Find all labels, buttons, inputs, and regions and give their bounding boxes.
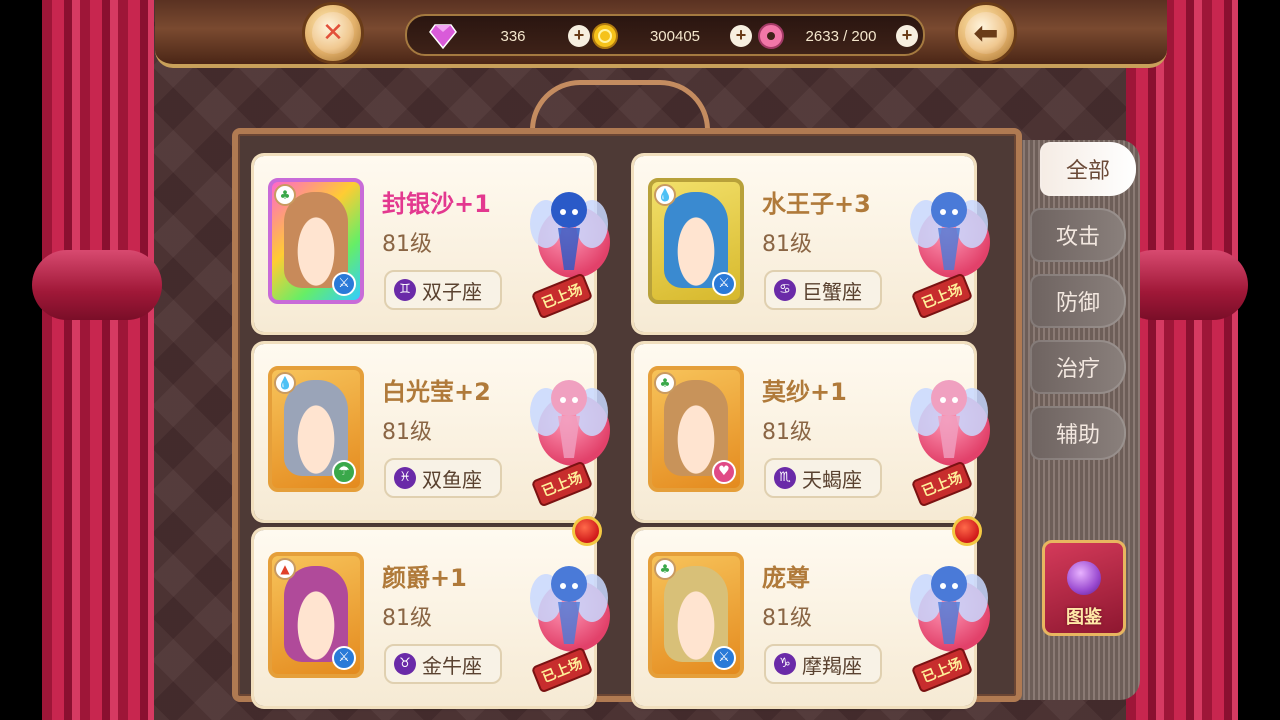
- zodiac-icon: ♏: [774, 467, 796, 489]
- donut-count: 2633 / 200: [805, 27, 877, 45]
- fairy-sprite-icon: [530, 192, 608, 270]
- resource-gold: 300405 +: [590, 22, 752, 50]
- hero-level: 81级: [762, 232, 812, 257]
- attack-role-icon: ⚔: [332, 646, 356, 670]
- close-button[interactable]: ✕: [302, 2, 364, 64]
- add-gold-button[interactable]: +: [730, 25, 752, 47]
- hero-name: 白光莹+2: [382, 378, 491, 406]
- hero-card[interactable]: ♣ ♥ 莫纱+1 81级 ♏ 天蝎座 已上场: [634, 344, 990, 520]
- hero-name: 水王子+3: [762, 190, 871, 218]
- resource-gems: 336 +: [428, 22, 590, 50]
- hero-card[interactable]: 💧 ⚔ 水王子+3 81级 ♋ 巨蟹座 已上场: [634, 156, 990, 332]
- wood-element-icon: ♣: [274, 184, 296, 206]
- fairy-sprite-icon: [910, 192, 988, 270]
- donut-icon: [756, 21, 786, 51]
- atlas-button[interactable]: 图鉴: [1042, 540, 1126, 636]
- wood-element-icon: ♣: [654, 372, 676, 394]
- fairy-sprite-icon: [910, 380, 988, 458]
- tab-defense[interactable]: 防御: [1030, 274, 1126, 328]
- zodiac-icon: ♑: [774, 653, 796, 675]
- attack-role-icon: ⚔: [712, 272, 736, 296]
- alert-dot-icon: [572, 516, 602, 546]
- zodiac-label: 双鱼座: [422, 467, 482, 492]
- zodiac-badge: ♓ 双鱼座: [384, 458, 502, 498]
- alert-dot-icon: [952, 516, 982, 546]
- tab-heal[interactable]: 治疗: [1030, 340, 1126, 394]
- attack-role-icon: ⚔: [332, 272, 356, 296]
- hero-card[interactable]: 💧 ☂ 白光莹+2 81级 ♓ 双鱼座 已上场: [254, 344, 610, 520]
- back-arrow-icon: ⬅: [965, 12, 1007, 54]
- zodiac-label: 天蝎座: [802, 467, 862, 492]
- zodiac-badge: ♏ 天蝎座: [764, 458, 882, 498]
- tab-support[interactable]: 辅助: [1030, 406, 1126, 460]
- water-element-icon: 💧: [654, 184, 676, 206]
- hero-card[interactable]: ▲ ⚔ 颜爵+1 81级 ♉ 金牛座 已上场: [254, 530, 610, 706]
- zodiac-badge: ♑ 摩羯座: [764, 644, 882, 684]
- hero-name: 莫纱+1: [762, 378, 847, 406]
- hero-portrait[interactable]: ♣ ⚔: [268, 178, 364, 304]
- zodiac-icon: ♋: [774, 279, 796, 301]
- zodiac-badge: ♊ 双子座: [384, 270, 502, 310]
- tab-attack[interactable]: 攻击: [1030, 208, 1126, 262]
- zodiac-icon: ♓: [394, 467, 416, 489]
- zodiac-badge: ♋ 巨蟹座: [764, 270, 882, 310]
- add-gems-button[interactable]: +: [568, 25, 590, 47]
- fire-element-icon: ▲: [274, 558, 296, 580]
- resource-donut: 2633 / 200 +: [756, 22, 918, 50]
- curtain-right: [1126, 0, 1238, 720]
- curtain-left: [42, 0, 154, 720]
- hero-card[interactable]: ♣ ⚔ 封银沙+1 81级 ♊ 双子座 已上场: [254, 156, 610, 332]
- hero-level: 81级: [762, 420, 812, 445]
- gem-icon: [428, 21, 458, 51]
- gold-coin-icon: [590, 21, 620, 51]
- atlas-book-icon: [1067, 561, 1101, 595]
- hero-portrait[interactable]: 💧 ⚔: [648, 178, 744, 304]
- panel-crest: [530, 80, 710, 130]
- hero-portrait[interactable]: 💧 ☂: [268, 366, 364, 492]
- hero-name: 颜爵+1: [382, 564, 467, 592]
- gold-count: 300405: [649, 27, 701, 45]
- hero-name: 庞尊: [762, 564, 810, 592]
- fairy-sprite-icon: [910, 566, 988, 644]
- zodiac-icon: ♊: [394, 279, 416, 301]
- zodiac-badge: ♉ 金牛座: [384, 644, 502, 684]
- fairy-sprite-icon: [530, 566, 608, 644]
- fairy-sprite-icon: [530, 380, 608, 458]
- zodiac-label: 摩羯座: [802, 653, 862, 678]
- tab-all[interactable]: 全部: [1040, 142, 1136, 196]
- back-button[interactable]: ⬅: [955, 2, 1017, 64]
- hero-portrait[interactable]: ♣ ♥: [648, 366, 744, 492]
- hero-name: 封银沙+1: [382, 190, 491, 218]
- zodiac-icon: ♉: [394, 653, 416, 675]
- zodiac-label: 巨蟹座: [802, 279, 862, 304]
- hero-portrait[interactable]: ▲ ⚔: [268, 552, 364, 678]
- add-donut-button[interactable]: +: [896, 25, 918, 47]
- zodiac-label: 金牛座: [422, 653, 482, 678]
- water-element-icon: 💧: [274, 372, 296, 394]
- hero-card[interactable]: ♣ ⚔ 庞尊 81级 ♑ 摩羯座 已上场: [634, 530, 990, 706]
- wood-element-icon: ♣: [654, 558, 676, 580]
- hero-level: 81级: [382, 420, 432, 445]
- gem-count: 336: [500, 27, 526, 45]
- curtain-tie-left: [32, 250, 162, 320]
- zodiac-label: 双子座: [422, 279, 482, 304]
- atlas-label: 图鉴: [1066, 607, 1102, 628]
- hero-level: 81级: [762, 606, 812, 631]
- support-role-icon: ☂: [332, 460, 356, 484]
- close-icon: ✕: [312, 12, 354, 54]
- attack-role-icon: ⚔: [712, 646, 736, 670]
- hero-portrait[interactable]: ♣ ⚔: [648, 552, 744, 678]
- letterbox-right: [1238, 0, 1280, 720]
- hero-level: 81级: [382, 232, 432, 257]
- letterbox-left: [0, 0, 42, 720]
- heal-role-icon: ♥: [712, 460, 736, 484]
- hero-level: 81级: [382, 606, 432, 631]
